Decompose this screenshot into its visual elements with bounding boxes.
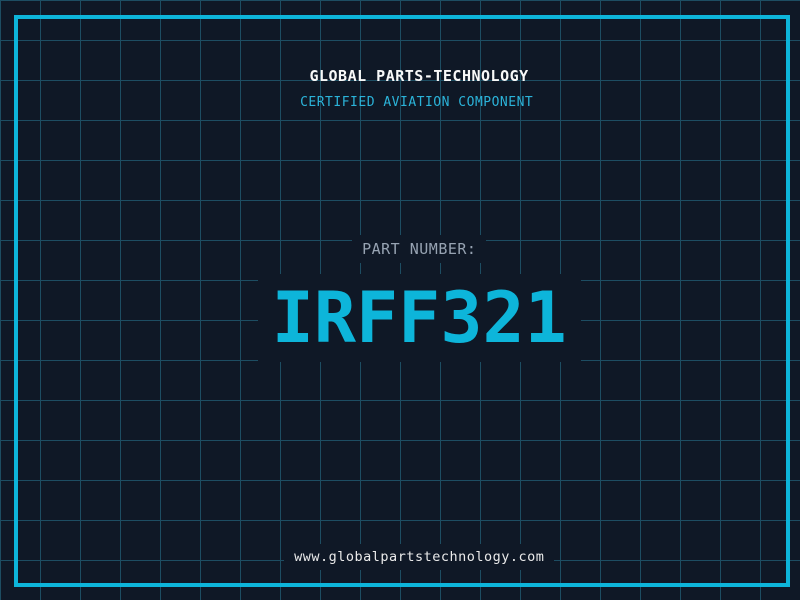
part-certificate-card: GLOBAL PARTS-TECHNOLOGY CERTIFIED AVIATI… — [0, 0, 800, 600]
certification-tagline: CERTIFIED AVIATION COMPONENT — [300, 95, 534, 110]
footer: www.globalpartstechnology.com — [0, 525, 800, 589]
part-number-value: IRFF321 — [257, 274, 581, 362]
certification-line: CERTIFIED AVIATION COMPONENT — [0, 80, 800, 125]
part-number-line: IRFF321 — [0, 255, 800, 381]
website-url: www.globalpartstechnology.com — [284, 544, 555, 570]
